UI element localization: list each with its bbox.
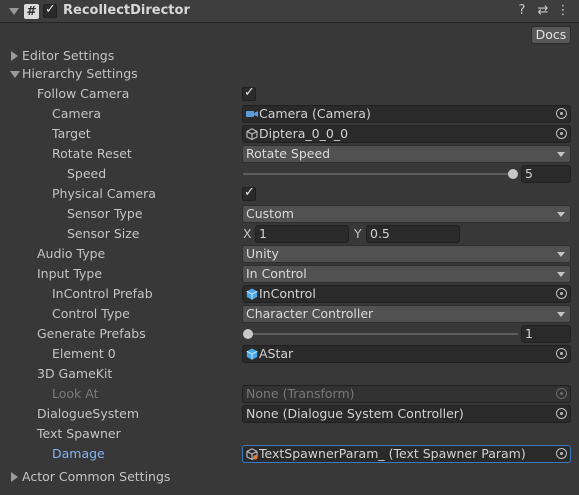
damage-field[interactable]: TextSpawnerParam_ (Text Spawner Param) xyxy=(242,445,571,463)
sensor-size-label: Sensor Size xyxy=(67,226,140,241)
control-type-value: Character Controller xyxy=(246,306,374,321)
foldout-arrow-icon[interactable] xyxy=(9,8,19,15)
generate-prefabs-number-field[interactable]: 1 xyxy=(521,325,571,343)
dialogue-system-label: DialogueSystem xyxy=(37,406,140,421)
object-picker-icon[interactable] xyxy=(556,408,567,419)
incontrol-prefab-value: InControl xyxy=(259,286,316,301)
generate-prefabs-slider-track[interactable] xyxy=(243,333,518,335)
incontrol-prefab-label: InControl Prefab xyxy=(52,286,153,301)
rotate-reset-dropdown[interactable]: Rotate Speed xyxy=(242,145,571,163)
camera-field[interactable]: Camera (Camera) xyxy=(242,105,571,123)
scriptable-object-icon xyxy=(246,448,258,460)
prefab-icon xyxy=(246,288,258,300)
speed-label: Speed xyxy=(67,166,107,181)
object-picker-icon[interactable] xyxy=(556,348,567,359)
gameobject-icon xyxy=(246,128,258,140)
object-picker-icon[interactable] xyxy=(556,448,567,459)
audio-type-dropdown[interactable]: Unity xyxy=(242,245,571,263)
dropdown-arrow-icon xyxy=(557,312,565,317)
object-picker-icon[interactable] xyxy=(556,108,567,119)
control-type-dropdown[interactable]: Character Controller xyxy=(242,305,571,323)
editor-settings-foldout-icon[interactable] xyxy=(11,51,18,61)
dropdown-arrow-icon xyxy=(557,252,565,257)
actor-settings-foldout[interactable]: Actor Common Settings xyxy=(22,468,170,486)
sensor-type-label: Sensor Type xyxy=(67,206,143,221)
look-at-value: None (Transform) xyxy=(246,386,355,401)
camera-label: Camera xyxy=(52,106,102,121)
follow-camera-label: Follow Camera xyxy=(37,86,130,101)
object-picker-icon[interactable] xyxy=(556,128,567,139)
context-menu-icon[interactable]: ⋮ xyxy=(555,3,571,19)
component-enabled-checkbox[interactable] xyxy=(43,2,57,18)
object-picker-icon xyxy=(556,388,567,399)
incontrol-prefab-field[interactable]: InControl xyxy=(242,285,571,303)
dialogue-system-value: None (Dialogue System Controller) xyxy=(246,406,464,421)
hierarchy-settings-foldout[interactable]: Hierarchy Settings xyxy=(22,65,138,83)
look-at-label: Look At xyxy=(52,386,99,401)
camera-value: Camera (Camera) xyxy=(259,106,371,121)
target-value: Diptera_0_0_0 xyxy=(259,126,349,141)
dropdown-arrow-icon xyxy=(557,272,565,277)
element0-value: AStar xyxy=(259,346,294,361)
damage-label: Damage xyxy=(52,446,105,461)
rotate-reset-label: Rotate Reset xyxy=(52,146,132,161)
audio-type-label: Audio Type xyxy=(37,246,106,261)
generate-prefabs-label: Generate Prefabs xyxy=(37,326,146,341)
dropdown-arrow-icon xyxy=(557,212,565,217)
object-picker-icon[interactable] xyxy=(556,288,567,299)
input-type-value: In Control xyxy=(246,266,307,281)
gamekit-label: 3D GameKit xyxy=(37,366,113,381)
help-icon[interactable]: ? xyxy=(514,3,530,19)
sensor-size-y-label: Y xyxy=(354,226,362,241)
target-field[interactable]: Diptera_0_0_0 xyxy=(242,125,571,143)
dropdown-arrow-icon xyxy=(557,152,565,157)
docs-button[interactable]: Docs xyxy=(531,26,571,44)
actor-settings-foldout-icon[interactable] xyxy=(11,472,18,482)
speed-number-field[interactable]: 5 xyxy=(521,165,571,183)
target-label: Target xyxy=(52,126,91,141)
speed-slider-track[interactable] xyxy=(243,173,518,175)
physical-camera-checkbox[interactable] xyxy=(242,185,256,201)
sensor-size-x-value: 1 xyxy=(259,226,267,241)
dialogue-system-field[interactable]: None (Dialogue System Controller) xyxy=(242,405,571,423)
element0-field[interactable]: AStar xyxy=(242,345,571,363)
look-at-field: None (Transform) xyxy=(242,385,571,403)
sensor-size-y-field[interactable]: 0.5 xyxy=(366,225,460,243)
hierarchy-settings-foldout-icon[interactable] xyxy=(10,71,20,78)
sensor-type-value: Custom xyxy=(246,206,294,221)
audio-type-value: Unity xyxy=(246,246,279,261)
component-title: RecollectDirector xyxy=(63,3,190,18)
sensor-size-y-value: 0.5 xyxy=(370,226,390,241)
script-icon: # xyxy=(24,4,39,19)
element0-label: Element 0 xyxy=(52,346,116,361)
speed-slider-thumb[interactable] xyxy=(508,169,518,179)
prefab-icon xyxy=(246,348,258,360)
generate-prefabs-slider-thumb[interactable] xyxy=(243,329,253,339)
sensor-type-dropdown[interactable]: Custom xyxy=(242,205,571,223)
follow-camera-checkbox[interactable] xyxy=(242,85,256,101)
editor-settings-foldout[interactable]: Editor Settings xyxy=(22,47,114,65)
damage-value: TextSpawnerParam_ (Text Spawner Param) xyxy=(259,446,526,461)
input-type-dropdown[interactable]: In Control xyxy=(242,265,571,283)
sensor-size-x-label: X xyxy=(243,226,252,241)
physical-camera-label: Physical Camera xyxy=(52,186,156,201)
control-type-label: Control Type xyxy=(52,306,130,321)
input-type-label: Input Type xyxy=(37,266,103,281)
sensor-size-x-field[interactable]: 1 xyxy=(255,225,349,243)
camera-icon xyxy=(246,111,258,117)
text-spawner-label: Text Spawner xyxy=(37,426,121,441)
generate-prefabs-value: 1 xyxy=(525,326,533,341)
rotate-reset-value: Rotate Speed xyxy=(246,146,331,161)
speed-value: 5 xyxy=(525,166,533,181)
presets-icon[interactable]: ⇄ xyxy=(535,3,551,19)
